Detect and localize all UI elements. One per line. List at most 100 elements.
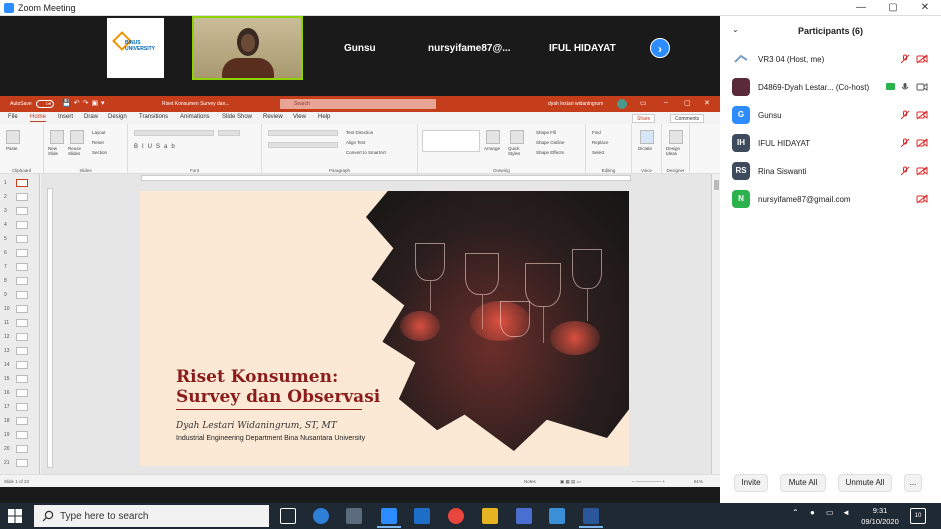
participant-row[interactable]: IH IFUL HIDAYAT: [720, 130, 941, 158]
video-off-icon[interactable]: [916, 194, 928, 204]
ppt-close-icon[interactable]: ✕: [704, 99, 710, 107]
taskbar-search-box[interactable]: Type here to search: [34, 505, 269, 527]
video-tile-iful[interactable]: IFUL HIDAYAT: [549, 43, 616, 54]
font-format-buttons[interactable]: BIUSab: [134, 144, 179, 150]
file-explorer-icon[interactable]: [482, 508, 498, 524]
slide-thumbnail[interactable]: 1: [2, 177, 38, 191]
next-page-arrow-icon[interactable]: ›: [650, 38, 670, 58]
store-icon[interactable]: [346, 508, 362, 524]
slide-thumbnail[interactable]: 16: [2, 387, 38, 401]
quick-styles-icon[interactable]: [510, 130, 524, 144]
mic-muted-icon[interactable]: [900, 54, 910, 64]
minimize-button[interactable]: —: [845, 0, 877, 16]
chrome-icon[interactable]: [448, 508, 464, 524]
zoom-taskbar-icon[interactable]: [381, 508, 397, 524]
mic-muted-icon[interactable]: [900, 166, 910, 176]
new-slide-icon[interactable]: [50, 130, 64, 144]
task-view-icon[interactable]: [280, 508, 296, 524]
design-ideas-button[interactable]: Design Ideas: [666, 146, 688, 156]
video-tile-camera[interactable]: [192, 16, 303, 80]
text-direction-button[interactable]: Text Direction: [346, 130, 373, 135]
slide-thumbnail[interactable]: 11: [2, 317, 38, 331]
participant-row[interactable]: RS Rina Siswanti: [720, 158, 941, 186]
notes-button[interactable]: Notes: [524, 479, 536, 484]
tab-review[interactable]: Review: [263, 114, 283, 120]
tab-design[interactable]: Design: [108, 114, 127, 120]
windows-start-icon[interactable]: [8, 509, 22, 523]
slide-department[interactable]: Industrial Engineering Department Bina N…: [176, 435, 365, 442]
tab-file[interactable]: File: [8, 114, 18, 120]
reuse-slides-icon[interactable]: [70, 130, 84, 144]
close-button[interactable]: ✕: [909, 0, 941, 16]
ppt-search-box[interactable]: Search: [280, 99, 436, 109]
mic-muted-icon[interactable]: [900, 138, 910, 148]
align-text-button[interactable]: Align Text: [346, 140, 365, 145]
slide-thumbnail[interactable]: 9: [2, 289, 38, 303]
ppt-minimize-icon[interactable]: –: [664, 99, 668, 106]
paste-button[interactable]: Paste: [6, 146, 18, 151]
font-family-select[interactable]: [134, 130, 214, 136]
section-button[interactable]: Section: [92, 150, 107, 155]
design-ideas-icon[interactable]: [669, 130, 683, 144]
view-buttons[interactable]: ▣ ▦ ▤ ▭: [560, 479, 581, 485]
slide-thumbnail[interactable]: 3: [2, 205, 38, 219]
microphone-icon[interactable]: [640, 130, 654, 144]
invite-button[interactable]: Invite: [734, 474, 768, 492]
tab-animations[interactable]: Animations: [180, 114, 210, 120]
arrange-icon[interactable]: [486, 130, 500, 144]
select-button[interactable]: Select: [592, 150, 605, 155]
slide-thumbnail[interactable]: 19: [2, 429, 38, 443]
shape-effects-button[interactable]: Shape Effects: [536, 150, 564, 155]
quick-access-toolbar[interactable]: 💾↶↷▣▾: [62, 99, 108, 107]
comments-button[interactable]: Comments: [670, 114, 705, 123]
dictate-button[interactable]: Dictate: [638, 146, 652, 151]
tab-home[interactable]: Home: [30, 114, 47, 122]
taskbar-clock[interactable]: 9:31 09/10/2020: [858, 505, 902, 527]
tray-chevron-icon[interactable]: ⌃: [792, 508, 799, 517]
arrange-button[interactable]: Arrange: [484, 146, 500, 151]
zoom-slider[interactable]: – ──────── +: [632, 479, 665, 484]
slide-thumbnail[interactable]: 13: [2, 345, 38, 359]
mail-icon[interactable]: [414, 508, 430, 524]
shape-fill-button[interactable]: Shape Fill: [536, 130, 556, 135]
replace-button[interactable]: Replace: [592, 140, 609, 145]
teams-icon[interactable]: [516, 508, 532, 524]
tab-transitions[interactable]: Transitions: [139, 114, 168, 120]
quick-styles-button[interactable]: Quick Styles: [508, 146, 528, 156]
convert-smartart-button[interactable]: Convert to SmartArt: [346, 150, 386, 155]
slide-author[interactable]: Dyah Lestari Widaningrum, ST, MT: [176, 421, 337, 431]
font-size-select[interactable]: [218, 130, 240, 136]
tab-help[interactable]: Help: [318, 114, 330, 120]
shapes-gallery[interactable]: [422, 130, 480, 152]
autosave-toggle[interactable]: Off: [36, 100, 54, 108]
photos-icon[interactable]: [549, 508, 565, 524]
tab-view[interactable]: View: [293, 114, 306, 120]
slide-thumbnail[interactable]: 12: [2, 331, 38, 345]
slide-thumbnail[interactable]: 8: [2, 275, 38, 289]
slide-thumbnails-pane[interactable]: 1 2 3 4 5 6 7 8 9 10 11 12 13 14 15 16 17 18 19 20 21: [0, 174, 40, 474]
ribbon-display-icon[interactable]: ▭: [640, 99, 647, 107]
video-off-icon[interactable]: [916, 138, 928, 148]
vertical-scrollbar[interactable]: [711, 174, 720, 474]
zoom-level[interactable]: 61%: [694, 479, 703, 484]
more-options-button[interactable]: ...: [904, 474, 922, 492]
new-slide-button[interactable]: New Slide: [48, 146, 68, 156]
tray-volume-icon[interactable]: ◄: [842, 508, 850, 517]
slide-thumbnail[interactable]: 17: [2, 401, 38, 415]
word-icon[interactable]: [583, 508, 599, 524]
slide-thumbnail[interactable]: 10: [2, 303, 38, 317]
participant-row[interactable]: Nnursyifame87@gmail.com: [720, 186, 941, 214]
slide-thumbnail[interactable]: 6: [2, 247, 38, 261]
video-off-icon[interactable]: [916, 166, 928, 176]
tab-insert[interactable]: Insert: [58, 114, 73, 120]
slide-title-line2[interactable]: Survey dan Observasi: [176, 387, 380, 407]
tray-mic-icon[interactable]: ●: [810, 508, 815, 517]
participant-row[interactable]: VR3 04 (Host, me): [720, 46, 941, 74]
video-tile-gunsu[interactable]: Gunsu: [344, 43, 376, 54]
participant-row[interactable]: G Gunsu: [720, 102, 941, 130]
paste-icon[interactable]: [6, 130, 20, 144]
ppt-restore-icon[interactable]: ▢: [684, 99, 691, 107]
layout-button[interactable]: Layout: [92, 130, 106, 135]
maximize-button[interactable]: ▢: [877, 0, 909, 16]
slide-thumbnail[interactable]: 2: [2, 191, 38, 205]
